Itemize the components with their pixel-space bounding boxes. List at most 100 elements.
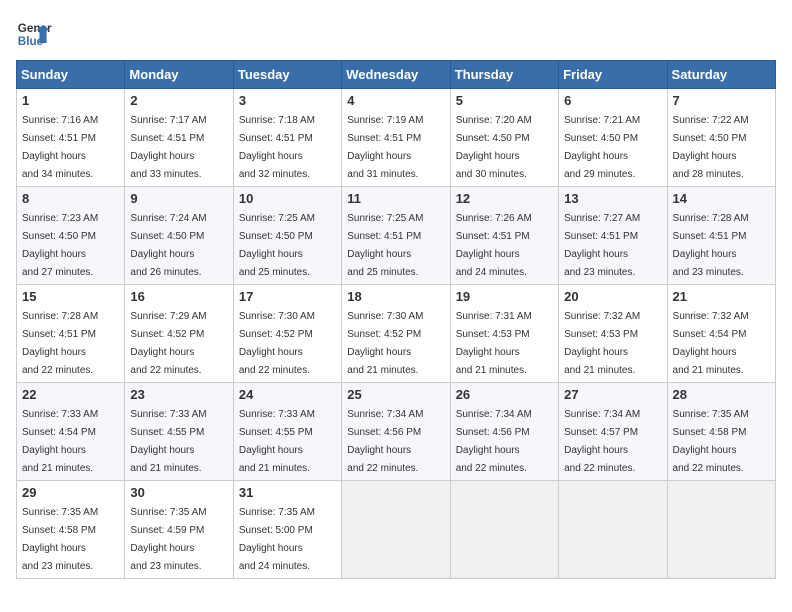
day-number: 10 xyxy=(239,191,336,206)
calendar-week-2: 8 Sunrise: 7:23 AMSunset: 4:50 PMDayligh… xyxy=(17,187,776,285)
day-number: 11 xyxy=(347,191,444,206)
day-number: 6 xyxy=(564,93,661,108)
weekday-header-monday: Monday xyxy=(125,61,233,89)
cell-info: Sunrise: 7:32 AMSunset: 4:53 PMDaylight … xyxy=(564,311,640,376)
calendar-cell: 3 Sunrise: 7:18 AMSunset: 4:51 PMDayligh… xyxy=(233,89,341,187)
calendar-cell: 19 Sunrise: 7:31 AMSunset: 4:53 PMDaylig… xyxy=(450,285,558,383)
calendar-cell: 8 Sunrise: 7:23 AMSunset: 4:50 PMDayligh… xyxy=(17,187,125,285)
cell-info: Sunrise: 7:22 AMSunset: 4:50 PMDaylight … xyxy=(673,115,749,180)
calendar-cell: 14 Sunrise: 7:28 AMSunset: 4:51 PMDaylig… xyxy=(667,187,775,285)
cell-info: Sunrise: 7:19 AMSunset: 4:51 PMDaylight … xyxy=(347,115,423,180)
weekday-header-friday: Friday xyxy=(559,61,667,89)
cell-info: Sunrise: 7:34 AMSunset: 4:56 PMDaylight … xyxy=(347,409,423,474)
cell-info: Sunrise: 7:35 AMSunset: 5:00 PMDaylight … xyxy=(239,507,315,572)
calendar-cell: 11 Sunrise: 7:25 AMSunset: 4:51 PMDaylig… xyxy=(342,187,450,285)
cell-info: Sunrise: 7:28 AMSunset: 4:51 PMDaylight … xyxy=(673,213,749,278)
day-number: 18 xyxy=(347,289,444,304)
logo: General Blue xyxy=(16,16,52,52)
day-number: 17 xyxy=(239,289,336,304)
calendar-cell xyxy=(559,481,667,579)
calendar-cell xyxy=(450,481,558,579)
cell-info: Sunrise: 7:34 AMSunset: 4:56 PMDaylight … xyxy=(456,409,532,474)
calendar-cell: 21 Sunrise: 7:32 AMSunset: 4:54 PMDaylig… xyxy=(667,285,775,383)
calendar-table: SundayMondayTuesdayWednesdayThursdayFrid… xyxy=(16,60,776,579)
logo-icon: General Blue xyxy=(16,16,52,52)
calendar-cell: 31 Sunrise: 7:35 AMSunset: 5:00 PMDaylig… xyxy=(233,481,341,579)
cell-info: Sunrise: 7:33 AMSunset: 4:54 PMDaylight … xyxy=(22,409,98,474)
day-number: 26 xyxy=(456,387,553,402)
cell-info: Sunrise: 7:21 AMSunset: 4:50 PMDaylight … xyxy=(564,115,640,180)
calendar-cell: 10 Sunrise: 7:25 AMSunset: 4:50 PMDaylig… xyxy=(233,187,341,285)
calendar-cell: 16 Sunrise: 7:29 AMSunset: 4:52 PMDaylig… xyxy=(125,285,233,383)
day-number: 4 xyxy=(347,93,444,108)
calendar-cell: 26 Sunrise: 7:34 AMSunset: 4:56 PMDaylig… xyxy=(450,383,558,481)
header: General Blue xyxy=(16,16,776,52)
calendar-cell: 1 Sunrise: 7:16 AMSunset: 4:51 PMDayligh… xyxy=(17,89,125,187)
day-number: 31 xyxy=(239,485,336,500)
calendar-cell: 22 Sunrise: 7:33 AMSunset: 4:54 PMDaylig… xyxy=(17,383,125,481)
calendar-cell: 23 Sunrise: 7:33 AMSunset: 4:55 PMDaylig… xyxy=(125,383,233,481)
cell-info: Sunrise: 7:27 AMSunset: 4:51 PMDaylight … xyxy=(564,213,640,278)
calendar-week-3: 15 Sunrise: 7:28 AMSunset: 4:51 PMDaylig… xyxy=(17,285,776,383)
cell-info: Sunrise: 7:35 AMSunset: 4:58 PMDaylight … xyxy=(22,507,98,572)
day-number: 15 xyxy=(22,289,119,304)
cell-info: Sunrise: 7:28 AMSunset: 4:51 PMDaylight … xyxy=(22,311,98,376)
cell-info: Sunrise: 7:23 AMSunset: 4:50 PMDaylight … xyxy=(22,213,98,278)
calendar-cell xyxy=(667,481,775,579)
day-number: 14 xyxy=(673,191,770,206)
calendar-cell: 24 Sunrise: 7:33 AMSunset: 4:55 PMDaylig… xyxy=(233,383,341,481)
calendar-cell: 4 Sunrise: 7:19 AMSunset: 4:51 PMDayligh… xyxy=(342,89,450,187)
cell-info: Sunrise: 7:16 AMSunset: 4:51 PMDaylight … xyxy=(22,115,98,180)
calendar-cell: 27 Sunrise: 7:34 AMSunset: 4:57 PMDaylig… xyxy=(559,383,667,481)
day-number: 19 xyxy=(456,289,553,304)
calendar-cell: 15 Sunrise: 7:28 AMSunset: 4:51 PMDaylig… xyxy=(17,285,125,383)
calendar-cell: 29 Sunrise: 7:35 AMSunset: 4:58 PMDaylig… xyxy=(17,481,125,579)
calendar-cell: 12 Sunrise: 7:26 AMSunset: 4:51 PMDaylig… xyxy=(450,187,558,285)
calendar-cell: 5 Sunrise: 7:20 AMSunset: 4:50 PMDayligh… xyxy=(450,89,558,187)
calendar-week-5: 29 Sunrise: 7:35 AMSunset: 4:58 PMDaylig… xyxy=(17,481,776,579)
cell-info: Sunrise: 7:25 AMSunset: 4:50 PMDaylight … xyxy=(239,213,315,278)
day-number: 13 xyxy=(564,191,661,206)
weekday-header-tuesday: Tuesday xyxy=(233,61,341,89)
day-number: 28 xyxy=(673,387,770,402)
calendar-cell: 20 Sunrise: 7:32 AMSunset: 4:53 PMDaylig… xyxy=(559,285,667,383)
calendar-cell: 17 Sunrise: 7:30 AMSunset: 4:52 PMDaylig… xyxy=(233,285,341,383)
cell-info: Sunrise: 7:35 AMSunset: 4:59 PMDaylight … xyxy=(130,507,206,572)
cell-info: Sunrise: 7:20 AMSunset: 4:50 PMDaylight … xyxy=(456,115,532,180)
day-number: 9 xyxy=(130,191,227,206)
calendar-week-4: 22 Sunrise: 7:33 AMSunset: 4:54 PMDaylig… xyxy=(17,383,776,481)
calendar-week-1: 1 Sunrise: 7:16 AMSunset: 4:51 PMDayligh… xyxy=(17,89,776,187)
cell-info: Sunrise: 7:30 AMSunset: 4:52 PMDaylight … xyxy=(239,311,315,376)
day-number: 12 xyxy=(456,191,553,206)
day-number: 7 xyxy=(673,93,770,108)
calendar-cell: 18 Sunrise: 7:30 AMSunset: 4:52 PMDaylig… xyxy=(342,285,450,383)
calendar-cell: 30 Sunrise: 7:35 AMSunset: 4:59 PMDaylig… xyxy=(125,481,233,579)
cell-info: Sunrise: 7:30 AMSunset: 4:52 PMDaylight … xyxy=(347,311,423,376)
day-number: 3 xyxy=(239,93,336,108)
day-number: 16 xyxy=(130,289,227,304)
day-number: 22 xyxy=(22,387,119,402)
cell-info: Sunrise: 7:32 AMSunset: 4:54 PMDaylight … xyxy=(673,311,749,376)
cell-info: Sunrise: 7:17 AMSunset: 4:51 PMDaylight … xyxy=(130,115,206,180)
day-number: 2 xyxy=(130,93,227,108)
weekday-header-sunday: Sunday xyxy=(17,61,125,89)
weekday-header-saturday: Saturday xyxy=(667,61,775,89)
cell-info: Sunrise: 7:31 AMSunset: 4:53 PMDaylight … xyxy=(456,311,532,376)
cell-info: Sunrise: 7:35 AMSunset: 4:58 PMDaylight … xyxy=(673,409,749,474)
calendar-cell: 7 Sunrise: 7:22 AMSunset: 4:50 PMDayligh… xyxy=(667,89,775,187)
day-number: 8 xyxy=(22,191,119,206)
cell-info: Sunrise: 7:24 AMSunset: 4:50 PMDaylight … xyxy=(130,213,206,278)
day-number: 20 xyxy=(564,289,661,304)
day-number: 24 xyxy=(239,387,336,402)
calendar-cell: 9 Sunrise: 7:24 AMSunset: 4:50 PMDayligh… xyxy=(125,187,233,285)
day-number: 30 xyxy=(130,485,227,500)
day-number: 21 xyxy=(673,289,770,304)
cell-info: Sunrise: 7:25 AMSunset: 4:51 PMDaylight … xyxy=(347,213,423,278)
calendar-cell: 13 Sunrise: 7:27 AMSunset: 4:51 PMDaylig… xyxy=(559,187,667,285)
cell-info: Sunrise: 7:26 AMSunset: 4:51 PMDaylight … xyxy=(456,213,532,278)
calendar-cell: 25 Sunrise: 7:34 AMSunset: 4:56 PMDaylig… xyxy=(342,383,450,481)
day-number: 27 xyxy=(564,387,661,402)
cell-info: Sunrise: 7:18 AMSunset: 4:51 PMDaylight … xyxy=(239,115,315,180)
day-number: 1 xyxy=(22,93,119,108)
cell-info: Sunrise: 7:34 AMSunset: 4:57 PMDaylight … xyxy=(564,409,640,474)
